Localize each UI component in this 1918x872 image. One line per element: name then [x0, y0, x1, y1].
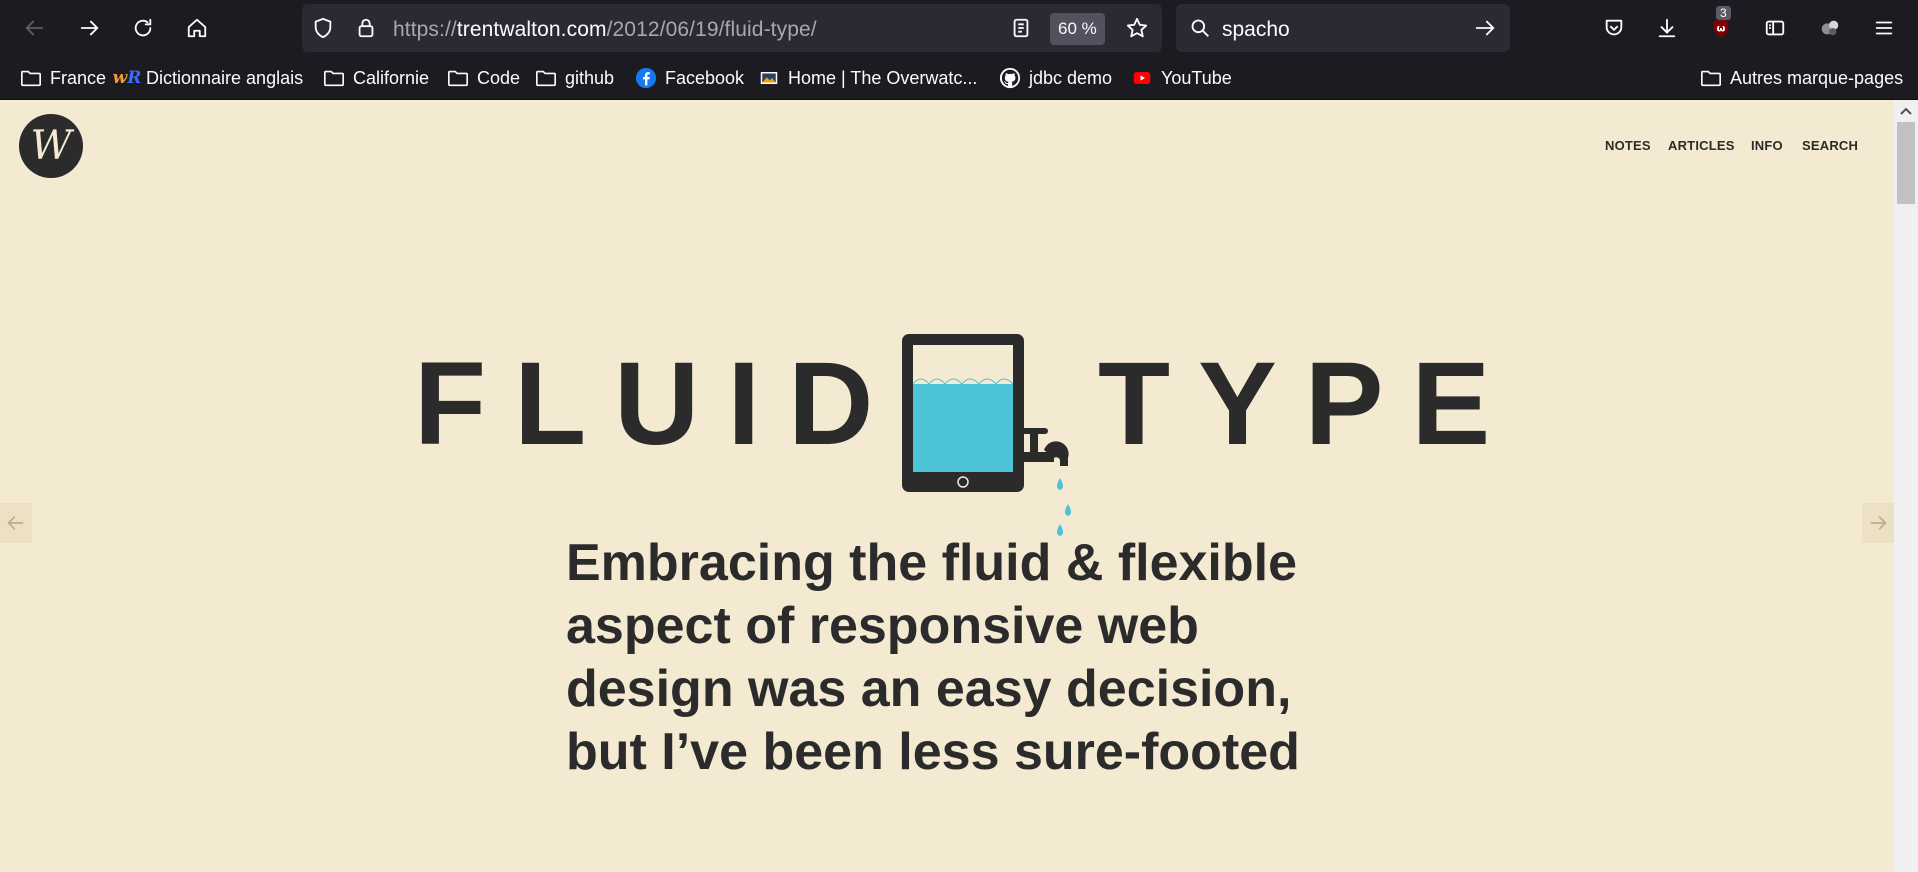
- github-icon: [999, 67, 1021, 89]
- url-domain: trentwalton.com: [456, 18, 607, 41]
- bookmark-label: Home | The Overwatc...: [788, 67, 978, 88]
- search-input[interactable]: spacho: [1222, 18, 1290, 42]
- bookmark-label: France: [50, 67, 107, 88]
- scroll-up-arrow-icon[interactable]: [1898, 104, 1914, 118]
- pocket-icon: [1605, 19, 1623, 36]
- previous-post-button[interactable]: [0, 503, 32, 543]
- nav-info[interactable]: INFO: [1751, 138, 1783, 153]
- bookmark-overwatch[interactable]: Home | The Overwatc...: [758, 64, 977, 92]
- bookmark-youtube[interactable]: YouTube: [1131, 64, 1232, 92]
- folder-icon: [447, 67, 469, 89]
- nav-search[interactable]: SEARCH: [1802, 138, 1858, 153]
- bookmark-star-icon[interactable]: [1126, 17, 1148, 39]
- download-icon: [1658, 18, 1676, 38]
- other-bookmarks-label: Autres marque-pages: [1730, 67, 1904, 88]
- pocket-button[interactable]: [1596, 10, 1632, 46]
- intro-paragraph: Embracing the fluid & flexible aspect of…: [566, 534, 1300, 781]
- bookmark-france[interactable]: France: [20, 64, 106, 92]
- sidebar-button[interactable]: [1757, 10, 1793, 46]
- next-post-button[interactable]: [1862, 503, 1894, 543]
- extensions-button[interactable]: [1812, 10, 1848, 46]
- search-icon: [1191, 19, 1209, 37]
- site-logo[interactable]: W: [19, 114, 83, 178]
- bookmark-californie[interactable]: Californie: [323, 64, 429, 92]
- address-bar[interactable]: https://trentwalton.com/2012/06/19/fluid…: [302, 4, 1162, 52]
- folder-icon: [20, 67, 42, 89]
- arrow-right-icon: [80, 20, 99, 36]
- youtube-icon: [1131, 67, 1153, 89]
- logo-monogram: W: [30, 123, 72, 169]
- folder-icon: [535, 67, 557, 89]
- bookmark-label: YouTube: [1161, 67, 1232, 88]
- arrow-left-icon: [7, 516, 24, 530]
- url-path: /2012/06/19/fluid-type/: [606, 18, 817, 41]
- extension-balls-icon: [1821, 20, 1839, 36]
- folder-icon: [1700, 67, 1722, 89]
- search-go-icon[interactable]: [1474, 17, 1496, 39]
- nav-articles[interactable]: ARTICLES: [1668, 138, 1735, 153]
- hero-title-right: TYPE: [1098, 338, 1519, 470]
- bookmark-label: github: [565, 67, 615, 88]
- svg-text:ω: ω: [1717, 24, 1726, 35]
- arrow-left-icon: [25, 20, 44, 36]
- search-bar[interactable]: spacho: [1176, 4, 1510, 52]
- reload-icon: [134, 18, 152, 37]
- wordreference-icon: wR: [112, 68, 142, 88]
- bookmarks-bar: France wR Dictionnaire anglais Californi…: [0, 56, 1918, 100]
- zoom-level-button[interactable]: 60 %: [1050, 13, 1105, 45]
- bookmark-dictionnaire-anglais[interactable]: wR Dictionnaire anglais: [112, 64, 304, 92]
- back-button[interactable]: [17, 10, 53, 46]
- hero-title-left: FLUID: [414, 338, 902, 470]
- reload-button[interactable]: [125, 10, 161, 46]
- sidebar-icon: [1765, 20, 1785, 36]
- overwatch-icon: [758, 67, 780, 89]
- bookmark-label: Facebook: [665, 67, 745, 88]
- tablet-faucet-illustration: [902, 334, 1071, 536]
- bookmark-label: jdbc demo: [1029, 67, 1113, 88]
- bookmark-github[interactable]: github: [535, 64, 614, 92]
- facebook-icon: [635, 67, 657, 89]
- ublock-badge: 3: [1716, 6, 1731, 20]
- downloads-button[interactable]: [1649, 10, 1685, 46]
- bookmark-facebook[interactable]: Facebook: [635, 64, 744, 92]
- bookmark-label: Dictionnaire anglais: [146, 67, 304, 88]
- forward-button[interactable]: [71, 10, 107, 46]
- menu-button[interactable]: [1866, 10, 1902, 46]
- reader-view-icon[interactable]: [1010, 17, 1032, 39]
- folder-icon: [323, 67, 345, 89]
- hamburger-menu-icon: [1875, 21, 1893, 35]
- lock-icon[interactable]: [355, 17, 377, 39]
- url-text[interactable]: https://trentwalton.com/2012/06/19/fluid…: [393, 18, 817, 42]
- bookmark-jdbc-demo[interactable]: jdbc demo: [999, 64, 1112, 92]
- home-icon: [187, 18, 207, 38]
- shield-icon[interactable]: [312, 17, 334, 39]
- nav-notes[interactable]: NOTES: [1605, 138, 1651, 153]
- arrow-right-icon: [1870, 516, 1887, 530]
- url-prefix: https://: [393, 18, 457, 41]
- other-bookmarks-folder[interactable]: Autres marque-pages: [1700, 64, 1903, 92]
- browser-toolbar: https://trentwalton.com/2012/06/19/fluid…: [0, 0, 1918, 56]
- bookmark-code[interactable]: Code: [447, 64, 520, 92]
- bookmark-label: Code: [477, 67, 521, 88]
- bookmark-label: Californie: [353, 67, 430, 88]
- home-button[interactable]: [179, 10, 215, 46]
- ublock-shield-icon: ω: [1713, 18, 1729, 38]
- page-scrollbar[interactable]: [1894, 100, 1918, 872]
- web-page: W NOTES ARTICLES INFO SEARCH FLUID TYPE …: [0, 100, 1894, 872]
- scrollbar-thumb[interactable]: [1897, 122, 1915, 204]
